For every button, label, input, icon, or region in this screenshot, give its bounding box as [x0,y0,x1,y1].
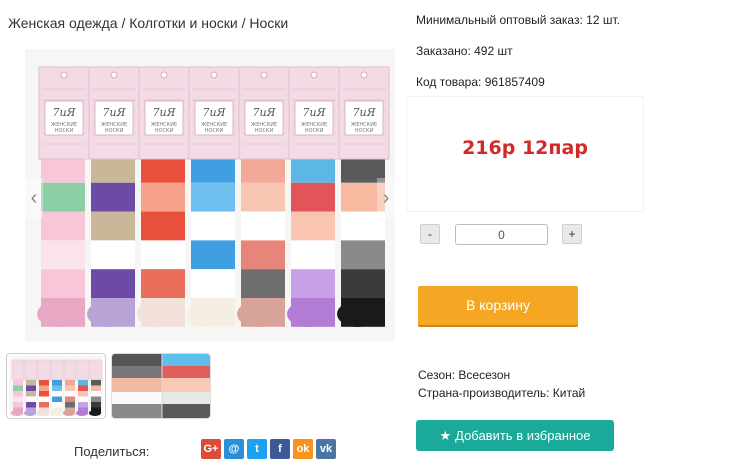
tag-logo: 7иЯ [203,106,227,119]
quantity-input[interactable] [455,224,548,245]
ordered-count-text: Заказано: 492 шт [416,44,513,58]
quantity-increase-button[interactable]: + [562,224,582,244]
tag-text: НОСКИ [55,128,74,134]
season-text: Сезон: Всесезон [418,368,511,382]
vk-icon[interactable]: vk [316,439,336,459]
sock-2: 7иЯЖЕНСКИЕНОСКИ [87,66,140,327]
next-image-arrow[interactable]: › [377,178,395,218]
breadcrumb: Женская одежда / Колготки и носки / Носк… [8,15,288,31]
share-label: Поделиться: [74,444,150,459]
breadcrumb-item-womens-clothing[interactable]: Женская одежда [8,15,118,31]
sock-3: 7иЯЖЕНСКИЕНОСКИ [137,66,190,327]
tag-logo: 7иЯ [53,106,77,119]
tag-text: НОСКИ [255,128,274,134]
breadcrumb-separator: / [117,15,130,31]
add-to-favorites-button[interactable]: ★ Добавить в избранное [416,420,614,451]
sock-5: 7иЯЖЕНСКИЕНОСКИ [237,66,290,327]
country-text: Страна-производитель: Китай [418,386,586,400]
sock-6: 7иЯЖЕНСКИЕНОСКИ [287,66,340,327]
min-order-text: Минимальный оптовый заказ: 12 шт. [416,13,620,27]
star-icon: ★ [439,428,452,443]
tag-logo: 7иЯ [153,106,177,119]
product-main-image[interactable]: 7иЯ ЖЕНСКИЕ НОСКИ 7иЯ ЖЕНСКИЕ НОСКИ 7иЯ ЖЕНСКИЕ… [25,49,395,341]
thumbnail-2-image [112,354,210,418]
product-code-text: Код товара: 961857409 [416,75,545,89]
tag-logo: 7иЯ [253,106,277,119]
sock-1: 7иЯЖЕНСКИЕНОСКИ [37,66,90,327]
thumbnail-2[interactable] [111,353,211,419]
tag-logo: 7иЯ [103,106,127,119]
twitter-icon[interactable]: t [247,439,267,459]
prev-image-arrow[interactable]: ‹ [25,178,43,218]
breadcrumb-item-tights-socks[interactable]: Колготки и носки [129,15,238,31]
breadcrumb-separator: / [237,15,250,31]
sock-4: 7иЯЖЕНСКИЕНОСКИ [187,66,240,327]
add-to-cart-button[interactable]: В корзину [418,286,578,325]
tag-text: НОСКИ [105,128,124,134]
thumbnail-1[interactable] [6,353,106,419]
facebook-icon[interactable]: f [270,439,290,459]
email-icon[interactable]: @ [224,439,244,459]
price-box: 216р 12пар [407,97,643,211]
tag-text: НОСКИ [305,128,324,134]
tag-text: НОСКИ [355,128,374,134]
socks-photo: 7иЯЖЕНСКИЕНОСКИ7иЯЖЕНСКИЕНОСКИ7иЯЖЕНСКИЕ… [25,49,395,341]
tag-text: НОСКИ [205,128,224,134]
tag-logo: 7иЯ [303,106,327,119]
add-to-favorites-label: Добавить в избранное [455,428,591,443]
breadcrumb-item-socks: Носки [249,15,289,31]
quantity-decrease-button[interactable]: - [420,224,440,244]
share-icons: G+ @ t f ok vk [201,439,336,459]
tag-text: НОСКИ [155,128,174,134]
odnoklassniki-icon[interactable]: ok [293,439,313,459]
thumbnail-1-image [9,356,103,416]
google-plus-icon[interactable]: G+ [201,439,221,459]
price-text: 216р 12пар [462,137,588,159]
tag-logo: 7иЯ [353,106,377,119]
